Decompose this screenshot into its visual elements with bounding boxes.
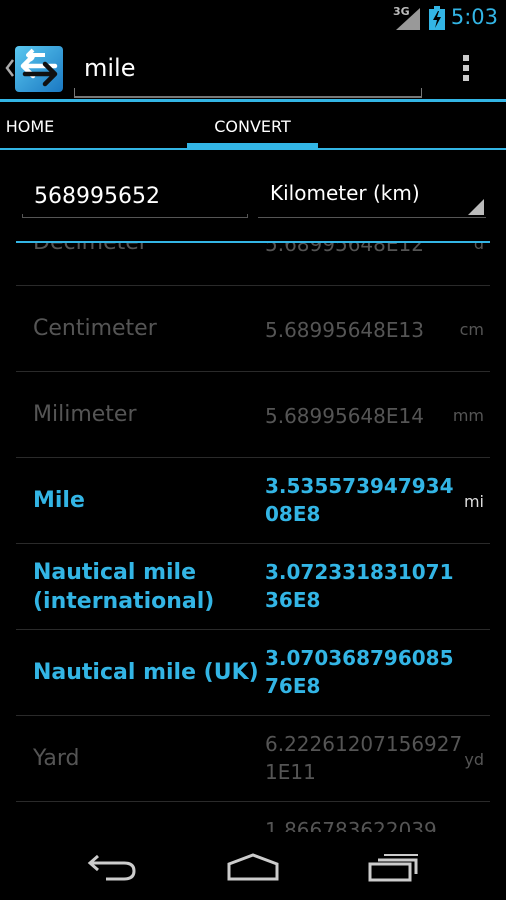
unit-name: Milimeter [33, 402, 137, 427]
unit-name: Centimeter [33, 316, 157, 341]
unit-name: Mile [33, 488, 85, 513]
result-row-milimeter[interactable]: Milimeter 5.68995648E14 mm [16, 372, 490, 458]
overflow-menu-icon[interactable] [456, 52, 476, 86]
unit-symbol: mi [463, 492, 484, 511]
result-row-nautical-mile-international[interactable]: Nautical mile (international) 3.07233183… [16, 544, 490, 630]
result-row-nautical-mile-uk[interactable]: Nautical mile (UK) 3.07036879608576E8 [16, 630, 490, 716]
selected-unit-label: Kilometer (km) [270, 181, 420, 205]
result-row-partial[interactable]: 1.866783622039 [16, 802, 490, 832]
recent-apps-icon[interactable] [368, 852, 420, 882]
unit-symbol: mm [452, 406, 484, 425]
converter-arrows-icon[interactable] [15, 46, 63, 92]
search-input[interactable] [74, 48, 422, 88]
value-input[interactable] [22, 174, 248, 218]
unit-value: 5.68995648E13 [265, 318, 424, 342]
unit-dropdown[interactable]: Kilometer (km) [258, 172, 486, 218]
unit-dropdown-underline [258, 217, 486, 218]
value-field[interactable] [22, 174, 248, 218]
action-bar [0, 36, 506, 100]
dropdown-caret-icon [468, 199, 484, 215]
result-row-yard[interactable]: Yard 6.222612071569271E11 yd [16, 716, 490, 802]
results-top-divider [16, 241, 490, 243]
unit-value: 3.53557394793408E8 [265, 474, 454, 526]
tab-bar: HOME CONVERT [0, 102, 506, 150]
home-icon[interactable] [226, 852, 280, 882]
search-box[interactable] [74, 48, 422, 88]
clock: 5:03 [450, 5, 498, 29]
search-underline [74, 88, 422, 98]
unit-symbol: cm [459, 320, 484, 339]
back-icon[interactable] [86, 852, 138, 882]
unit-value: 5.68995648E14 [265, 404, 424, 428]
converter-input-row: Kilometer (km) [0, 150, 506, 242]
result-row-centimeter[interactable]: Centimeter 5.68995648E13 cm [16, 286, 490, 372]
status-bar: 3G 5:03 [0, 0, 506, 36]
unit-name: Yard [33, 746, 80, 771]
tab-home[interactable]: HOME [0, 102, 60, 150]
value-field-underline [22, 214, 248, 218]
battery-charging-icon [429, 6, 445, 30]
unit-value: 3.07036879608576E8 [265, 646, 454, 698]
unit-symbol: yd [464, 750, 484, 769]
result-row-mile[interactable]: Mile 3.53557394793408E8 mi [16, 458, 490, 544]
navigation-bar [0, 832, 506, 900]
unit-value: 6.222612071569271E11 [265, 732, 463, 784]
unit-value: 3.07233183107136E8 [265, 560, 454, 612]
signal-strength-icon [396, 8, 420, 30]
unit-value: 1.866783622039 [265, 818, 437, 832]
unit-name: Nautical mile (international) [33, 560, 215, 614]
unit-name: Nautical mile (UK) [33, 660, 259, 685]
results-list[interactable]: Decimeter 5.68995648E12 d Centimeter 5.6… [16, 200, 490, 832]
